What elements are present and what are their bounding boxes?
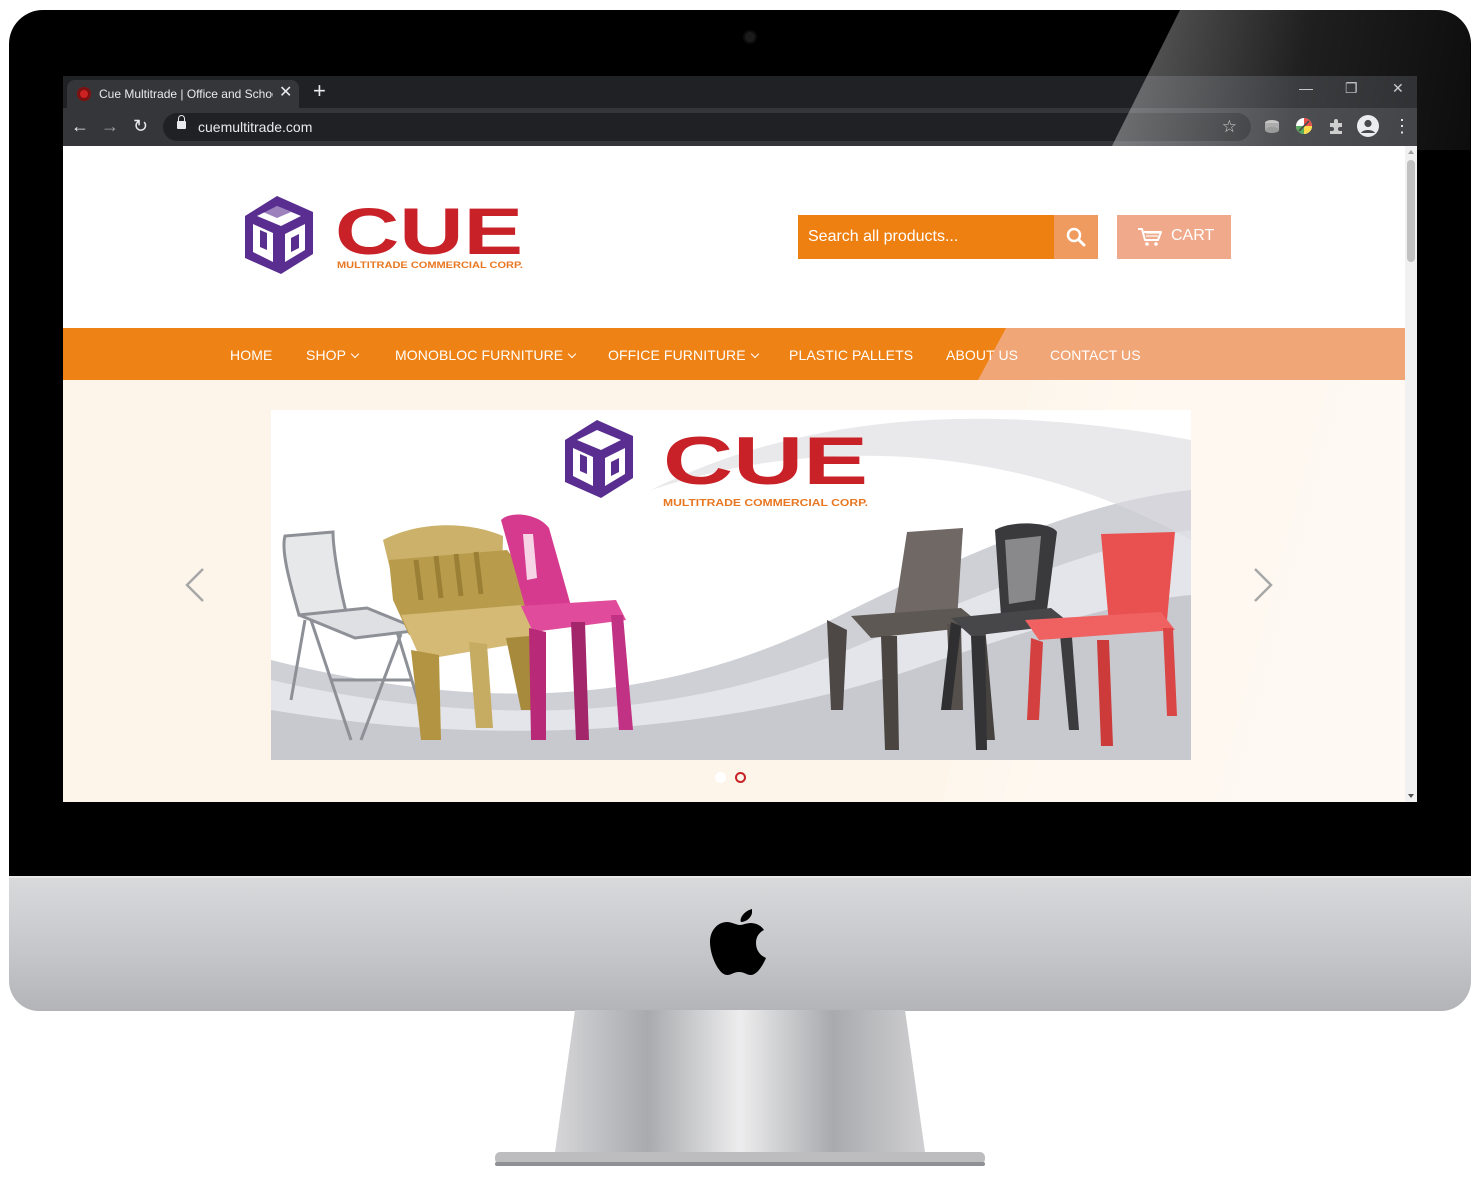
chevron-down-icon <box>350 349 360 359</box>
slide-prev-arrow-icon[interactable] <box>175 565 215 605</box>
nav-plastic-pallets[interactable]: PLASTIC PALLETS <box>789 347 913 363</box>
nav-contact-label: CONTACT US <box>1050 347 1141 363</box>
logo-wordmark: CUE <box>335 194 523 268</box>
address-bar[interactable]: cuemultitrade.com ☆ <box>163 113 1251 141</box>
slide-dot-1[interactable] <box>715 772 726 783</box>
nav-monobloc-label: MONOBLOC FURNITURE <box>395 347 564 363</box>
url-text[interactable]: cuemultitrade.com <box>198 119 312 135</box>
screen: Cue Multitrade | Office and School ✕ + —… <box>63 76 1417 802</box>
nav-about-label: ABOUT US <box>946 347 1019 363</box>
search-button[interactable] <box>1054 215 1098 259</box>
web-page: CUE MULTITRADE COMMERCIAL CORP. CART <box>63 146 1405 802</box>
slide-logo-wordmark: CUE <box>663 423 868 499</box>
imac-stand <box>495 1010 985 1166</box>
slide-image: CUE MULTITRADE COMMERCIAL CORP. <box>271 410 1191 760</box>
reload-button[interactable]: ↻ <box>133 116 148 136</box>
search-input[interactable] <box>798 215 1048 259</box>
forward-button[interactable]: → <box>101 116 119 136</box>
puzzle-extensions-icon[interactable] <box>1327 117 1345 135</box>
nav-office-label: OFFICE FURNITURE <box>608 347 746 363</box>
cast-extension-icon[interactable] <box>1263 117 1281 135</box>
slide-dot-2-active[interactable] <box>735 772 746 783</box>
tab-close-icon[interactable]: ✕ <box>279 83 292 103</box>
search-form <box>798 215 1098 259</box>
nav-contact-us[interactable]: CONTACT US <box>1050 347 1141 363</box>
browser-menu-icon[interactable]: ⋮ <box>1393 116 1411 136</box>
scroll-up-arrow-icon[interactable] <box>1408 150 1414 154</box>
slide-next-arrow-icon[interactable] <box>1243 565 1283 605</box>
cart-button[interactable]: CART <box>1117 215 1231 259</box>
nav-monobloc-furniture[interactable]: MONOBLOC FURNITURE <box>395 347 577 363</box>
slide-banner[interactable]: CUE MULTITRADE COMMERCIAL CORP. <box>271 410 1191 760</box>
page-scrollbar[interactable] <box>1405 146 1417 802</box>
bookmark-star-icon[interactable]: ☆ <box>1222 117 1237 137</box>
browser-tabstrip: Cue Multitrade | Office and School ✕ + —… <box>63 76 1417 108</box>
slide-logo-tagline: MULTITRADE COMMERCIAL CORP. <box>663 497 868 509</box>
profile-avatar-icon[interactable] <box>1357 115 1379 137</box>
nav-shop[interactable]: SHOP <box>306 347 360 363</box>
cart-label: CART <box>1171 227 1215 244</box>
window-close-button[interactable]: ✕ <box>1392 80 1404 97</box>
nav-about-us[interactable]: ABOUT US <box>946 347 1018 363</box>
scroll-down-arrow-icon[interactable] <box>1408 794 1414 798</box>
browser-tab[interactable]: Cue Multitrade | Office and School ✕ <box>67 80 299 108</box>
site-logo[interactable]: CUE MULTITRADE COMMERCIAL CORP. <box>241 194 526 276</box>
logo-tagline: MULTITRADE COMMERCIAL CORP. <box>337 260 523 271</box>
cube-logo-icon <box>245 196 313 274</box>
minimize-button[interactable]: — <box>1299 80 1313 96</box>
browser-toolbar: ← → ↻ cuemultitrade.com ☆ ⋮ <box>63 108 1417 146</box>
restore-button[interactable]: ❐ <box>1345 80 1358 97</box>
nav-shop-label: SHOP <box>306 347 347 363</box>
back-button[interactable]: ← <box>71 116 89 136</box>
camera-icon <box>745 32 755 42</box>
favicon-icon <box>77 87 91 101</box>
tab-title: Cue Multitrade | Office and School <box>99 87 273 101</box>
color-picker-extension-icon[interactable] <box>1295 117 1313 135</box>
scrollbar-thumb[interactable] <box>1407 160 1415 262</box>
apple-logo-icon <box>710 909 766 975</box>
nav-pallets-label: PLASTIC PALLETS <box>789 347 914 363</box>
nav-home-label: HOME <box>230 347 273 363</box>
nav-home[interactable]: HOME <box>230 347 272 363</box>
nav-office-furniture[interactable]: OFFICE FURNITURE <box>608 347 759 363</box>
chevron-down-icon <box>568 349 577 359</box>
cart-icon <box>1138 228 1162 246</box>
search-icon <box>1066 227 1086 247</box>
nav-items: HOME SHOP MONOBLOC FURNITURE OFFICE FURN… <box>63 328 1405 380</box>
chevron-down-icon <box>750 349 759 359</box>
new-tab-button[interactable]: + <box>313 79 326 103</box>
lock-icon[interactable] <box>177 115 186 129</box>
